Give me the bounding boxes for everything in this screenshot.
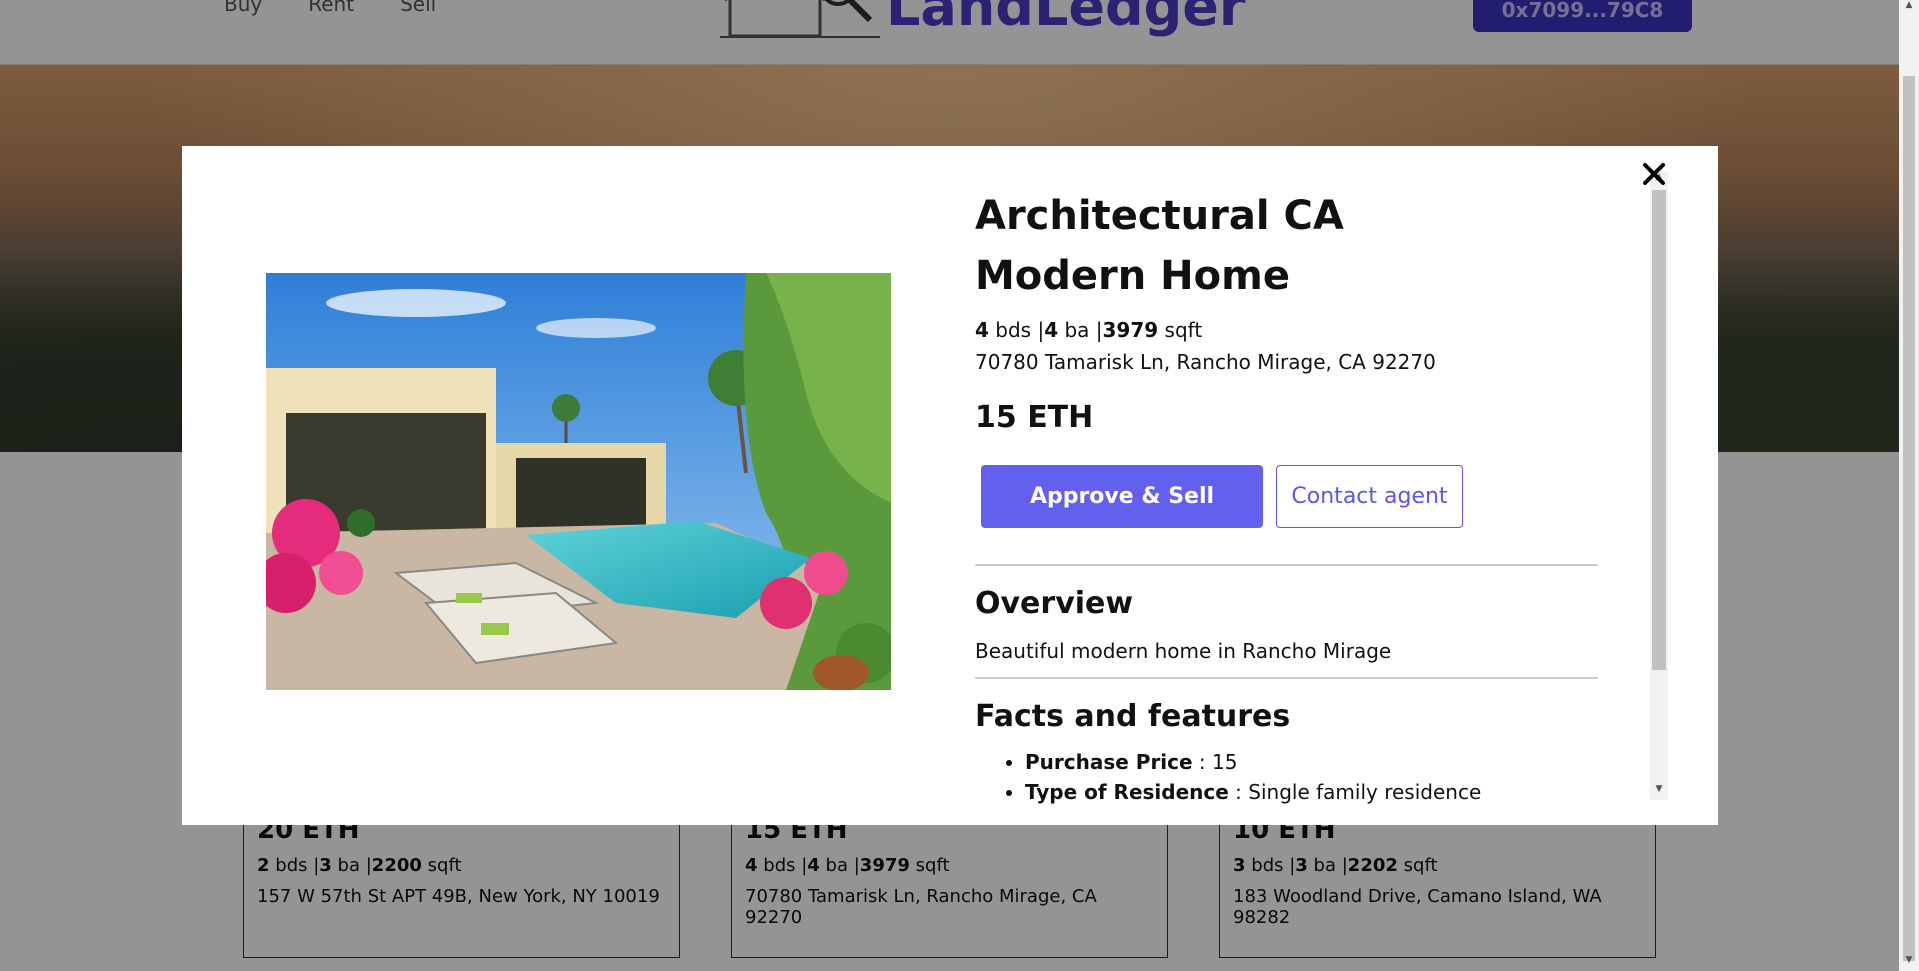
scroll-down-icon[interactable]: ▼	[1899, 955, 1919, 971]
action-buttons: Approve & Sell Contact agent	[981, 465, 1600, 528]
modal-scrollbar[interactable]: ▲ ▼	[1650, 172, 1668, 800]
modal-content[interactable]: Architectural CA Modern Home 4 bds |4 ba…	[975, 186, 1600, 806]
section-divider	[975, 677, 1598, 679]
fact-item: Purchase Price : 15	[1025, 750, 1600, 774]
overview-heading: Overview	[975, 586, 1134, 621]
property-photo	[266, 273, 891, 690]
contact-agent-button[interactable]: Contact agent	[1276, 465, 1463, 528]
property-price: 15 ETH	[975, 400, 1094, 435]
modal-scrollbar-thumb[interactable]	[1652, 190, 1666, 670]
property-detail-modal: Architectural CA Modern Home 4 bds |4 ba…	[182, 146, 1718, 825]
beds-count: 4	[975, 318, 989, 342]
sqft-count: 3979	[1102, 318, 1159, 342]
property-address: 70780 Tamarisk Ln, Rancho Mirage, CA 922…	[975, 350, 1436, 374]
property-specs: 4 bds |4 ba |3979 sqft	[975, 318, 1600, 342]
page-scrollbar-thumb[interactable]	[1903, 76, 1915, 961]
baths-label: ba |	[1064, 318, 1103, 342]
approve-sell-button[interactable]: Approve & Sell	[981, 465, 1263, 528]
beds-label: bds |	[995, 318, 1045, 342]
section-divider	[975, 564, 1598, 566]
facts-heading: Facts and features	[975, 699, 1291, 734]
page-scrollbar[interactable]: ▲ ▼	[1899, 0, 1919, 971]
overview-text: Beautiful modern home in Rancho Mirage	[975, 639, 1392, 663]
facts-list: Purchase Price : 15 Type of Residence : …	[975, 750, 1600, 804]
property-title: Architectural CA Modern Home	[975, 193, 1344, 299]
modal-scroll-down-icon[interactable]: ▼	[1650, 784, 1668, 800]
fact-item: Type of Residence : Single family reside…	[1025, 780, 1600, 804]
pool-house-photo-icon	[266, 273, 891, 690]
scroll-up-icon[interactable]: ▲	[1899, 0, 1919, 16]
sqft-label: sqft	[1164, 318, 1203, 342]
baths-count: 4	[1044, 318, 1059, 342]
close-icon[interactable]	[1638, 158, 1670, 190]
